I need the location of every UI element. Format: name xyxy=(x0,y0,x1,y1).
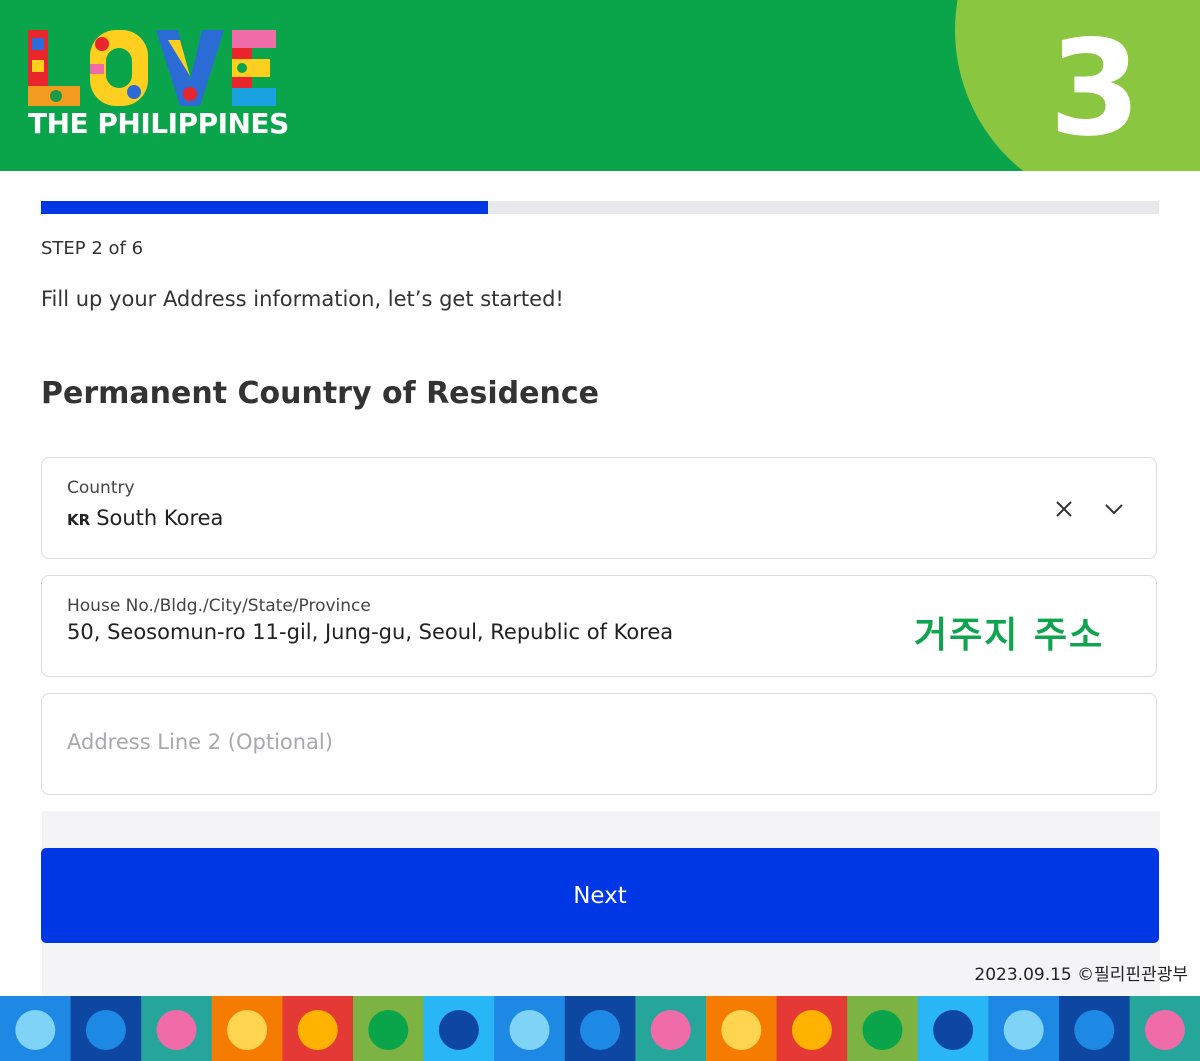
country-label: Country xyxy=(67,478,135,498)
country-select[interactable]: Country KR South Korea xyxy=(41,457,1157,559)
banner-tile-motif xyxy=(85,1010,126,1050)
banner-tile-motif xyxy=(509,1010,550,1050)
step-badge-number: 3 xyxy=(1049,12,1141,166)
banner-tile-motif xyxy=(580,1010,621,1050)
address-line-2-field[interactable]: Address Line 2 (Optional) xyxy=(41,693,1157,795)
country-value: KR South Korea xyxy=(67,506,223,530)
next-button[interactable]: Next xyxy=(41,848,1159,943)
section-title: Permanent Country of Residence xyxy=(41,376,599,411)
step-label: STEP 2 of 6 xyxy=(41,238,144,259)
residence-address-annotation: 거주지 주소 xyxy=(914,615,1105,656)
address-line-1-label: House No./Bldg./City/State/Province xyxy=(67,596,371,616)
intro-text: Fill up your Address information, let’s … xyxy=(41,287,564,311)
banner-tile-motif xyxy=(1144,1010,1185,1050)
banner-tile-motif xyxy=(1074,1010,1115,1050)
address-line-1-field[interactable]: House No./Bldg./City/State/Province 50, … xyxy=(41,575,1157,677)
banner-tile-motif xyxy=(1003,1010,1044,1050)
banner-tile-motif xyxy=(297,1010,338,1050)
banner-tile-motif xyxy=(862,1010,903,1050)
address-line-2-placeholder: Address Line 2 (Optional) xyxy=(67,730,333,754)
banner-tile-motif xyxy=(721,1010,762,1050)
chevron-down-icon[interactable] xyxy=(1100,495,1128,523)
logo-subtitle: THE PHILIPPINES xyxy=(28,107,289,140)
close-icon[interactable] xyxy=(1050,495,1078,523)
banner-tile-motif xyxy=(650,1010,691,1050)
brand-header: THE PHILIPPINES 3 xyxy=(0,0,1200,171)
country-flag-code: KR xyxy=(67,511,91,529)
country-name: South Korea xyxy=(96,506,224,530)
banner-tile-motif xyxy=(156,1010,197,1050)
address-line-1-value[interactable]: 50, Seosomun-ro 11-gil, Jung-gu, Seoul, … xyxy=(67,620,673,644)
love-logo-artwork xyxy=(28,30,276,106)
banner-tile-motif xyxy=(227,1010,268,1050)
banner-tile-motif xyxy=(791,1010,832,1050)
banner-tile-motif xyxy=(15,1010,56,1050)
banner-tile-motif xyxy=(438,1010,479,1050)
love-the-philippines-logo: THE PHILIPPINES xyxy=(28,30,289,140)
progress-bar xyxy=(41,201,1159,214)
banner-tile-motif xyxy=(933,1010,974,1050)
decorative-tile-banner xyxy=(0,996,1200,1061)
banner-tile-motif xyxy=(368,1010,409,1050)
footer-credit: 2023.09.15 ©필리핀관광부 xyxy=(974,965,1188,985)
progress-bar-fill xyxy=(41,201,489,214)
